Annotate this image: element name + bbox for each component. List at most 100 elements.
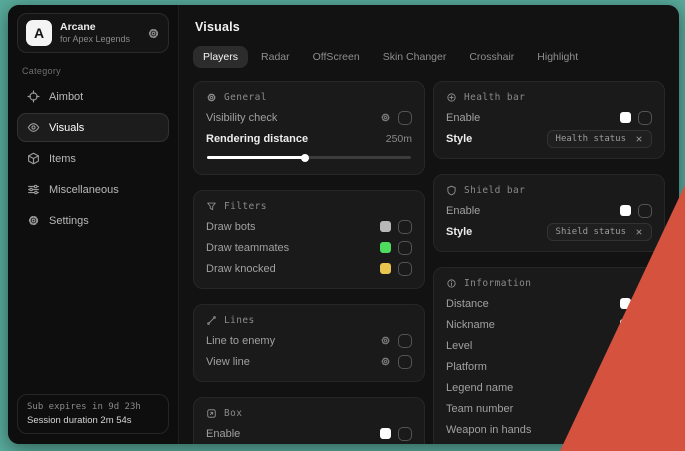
tab-players[interactable]: Players bbox=[193, 46, 248, 68]
app-header: A Arcane for Apex Legends bbox=[17, 13, 169, 53]
setting-label: Level bbox=[446, 340, 472, 352]
style-select[interactable]: Health status bbox=[547, 130, 652, 148]
color-swatch[interactable] bbox=[620, 319, 631, 330]
checkbox[interactable] bbox=[638, 111, 652, 125]
row-controls bbox=[620, 402, 652, 416]
sidebar-item-miscellaneous[interactable]: Miscellaneous bbox=[17, 175, 169, 204]
color-swatch[interactable] bbox=[620, 340, 631, 351]
checkbox[interactable] bbox=[398, 262, 412, 276]
gear-icon[interactable] bbox=[380, 112, 391, 123]
sidebar-item-aimbot[interactable]: Aimbot bbox=[17, 82, 169, 111]
color-swatch[interactable] bbox=[380, 428, 391, 439]
app-settings-icon[interactable] bbox=[147, 27, 160, 40]
main-panel: Visuals PlayersRadarOffScreenSkin Change… bbox=[179, 5, 679, 444]
app-subtitle: for Apex Legends bbox=[60, 34, 130, 45]
row-controls: Health status bbox=[547, 130, 652, 148]
checkbox[interactable] bbox=[398, 427, 412, 441]
setting-row-distance: Distance bbox=[446, 293, 652, 314]
setting-label: Platform bbox=[446, 361, 487, 373]
card-title: Filters bbox=[224, 201, 267, 212]
color-swatch[interactable] bbox=[620, 403, 631, 414]
color-swatch[interactable] bbox=[620, 205, 631, 216]
style-select[interactable]: Shield status bbox=[547, 223, 652, 241]
setting-label: Distance bbox=[446, 298, 489, 310]
color-swatch[interactable] bbox=[620, 298, 631, 309]
tab-highlight[interactable]: Highlight bbox=[527, 46, 588, 68]
row-controls bbox=[380, 334, 412, 348]
row-controls bbox=[620, 423, 652, 437]
card-header: General bbox=[206, 92, 412, 103]
card-lines: LinesLine to enemyView line bbox=[193, 304, 425, 382]
tab-radar[interactable]: Radar bbox=[251, 46, 300, 68]
tab-skin-changer[interactable]: Skin Changer bbox=[373, 46, 457, 68]
slider[interactable] bbox=[207, 156, 411, 159]
row-controls bbox=[620, 339, 652, 353]
setting-label: Nickname bbox=[446, 319, 495, 331]
checkbox[interactable] bbox=[398, 241, 412, 255]
checkbox[interactable] bbox=[398, 111, 412, 125]
slider-knob[interactable] bbox=[301, 154, 309, 162]
color-swatch[interactable] bbox=[620, 424, 631, 435]
checkbox[interactable] bbox=[638, 381, 652, 395]
app-titles: Arcane for Apex Legends bbox=[60, 21, 130, 45]
setting-row-weapon-in-hands: Weapon in hands bbox=[446, 419, 652, 440]
row-controls bbox=[380, 262, 412, 276]
card-title: Information bbox=[464, 278, 531, 289]
row-controls bbox=[380, 355, 412, 369]
sliders-icon bbox=[27, 183, 40, 196]
checkbox[interactable] bbox=[398, 334, 412, 348]
gear-icon bbox=[27, 214, 40, 227]
sidebar-item-settings[interactable]: Settings bbox=[17, 206, 169, 235]
checkbox[interactable] bbox=[638, 318, 652, 332]
slider-value: 250m bbox=[386, 133, 412, 145]
setting-label: Draw bots bbox=[206, 221, 256, 233]
setting-row-enable: Enable bbox=[446, 200, 652, 221]
setting-label: Draw teammates bbox=[206, 242, 289, 254]
checkbox[interactable] bbox=[398, 220, 412, 234]
checkbox[interactable] bbox=[398, 355, 412, 369]
gear-icon[interactable] bbox=[380, 335, 391, 346]
color-swatch[interactable] bbox=[380, 242, 391, 253]
checkbox[interactable] bbox=[638, 402, 652, 416]
checkbox[interactable] bbox=[638, 204, 652, 218]
setting-row-level: Level bbox=[446, 335, 652, 356]
setting-row-platform: Platform bbox=[446, 356, 652, 377]
tab-offscreen[interactable]: OffScreen bbox=[303, 46, 370, 68]
category-label: Category bbox=[22, 66, 164, 76]
color-swatch[interactable] bbox=[380, 221, 391, 232]
color-swatch[interactable] bbox=[620, 112, 631, 123]
sidebar-item-items[interactable]: Items bbox=[17, 144, 169, 173]
cards-grid: GeneralVisibility checkRendering distanc… bbox=[193, 81, 665, 444]
sidebar-item-label: Settings bbox=[49, 215, 89, 227]
setting-row-team-number: Team number bbox=[446, 398, 652, 419]
close-icon[interactable] bbox=[635, 228, 643, 236]
setting-row-visibility-check: Visibility check bbox=[206, 107, 412, 128]
tab-crosshair[interactable]: Crosshair bbox=[459, 46, 524, 68]
color-swatch[interactable] bbox=[620, 361, 631, 372]
card-header: Filters bbox=[206, 201, 412, 212]
setting-label: Enable bbox=[446, 112, 480, 124]
style-select-value: Shield status bbox=[556, 227, 626, 237]
tab-bar: PlayersRadarOffScreenSkin ChangerCrossha… bbox=[193, 46, 665, 68]
checkbox[interactable] bbox=[638, 339, 652, 353]
color-swatch[interactable] bbox=[620, 382, 631, 393]
checkbox[interactable] bbox=[638, 360, 652, 374]
setting-label: Weapon in hands bbox=[446, 424, 531, 436]
crosshair-icon bbox=[27, 90, 40, 103]
setting-row-style: StyleShield status bbox=[446, 221, 652, 242]
gear-icon[interactable] bbox=[380, 356, 391, 367]
info-icon bbox=[446, 278, 457, 289]
card-header: Lines bbox=[206, 315, 412, 326]
cube-icon bbox=[27, 152, 40, 165]
row-controls bbox=[380, 241, 412, 255]
color-swatch[interactable] bbox=[380, 263, 391, 274]
slider-fill bbox=[207, 156, 305, 159]
sidebar-item-visuals[interactable]: Visuals bbox=[17, 113, 169, 142]
close-icon[interactable] bbox=[635, 135, 643, 143]
checkbox[interactable] bbox=[638, 297, 652, 311]
card-title: Box bbox=[224, 408, 242, 419]
checkbox[interactable] bbox=[638, 423, 652, 437]
setting-row-draw-knocked: Draw knocked bbox=[206, 258, 412, 279]
setting-label: Draw knocked bbox=[206, 263, 276, 275]
app-name: Arcane bbox=[60, 21, 130, 34]
